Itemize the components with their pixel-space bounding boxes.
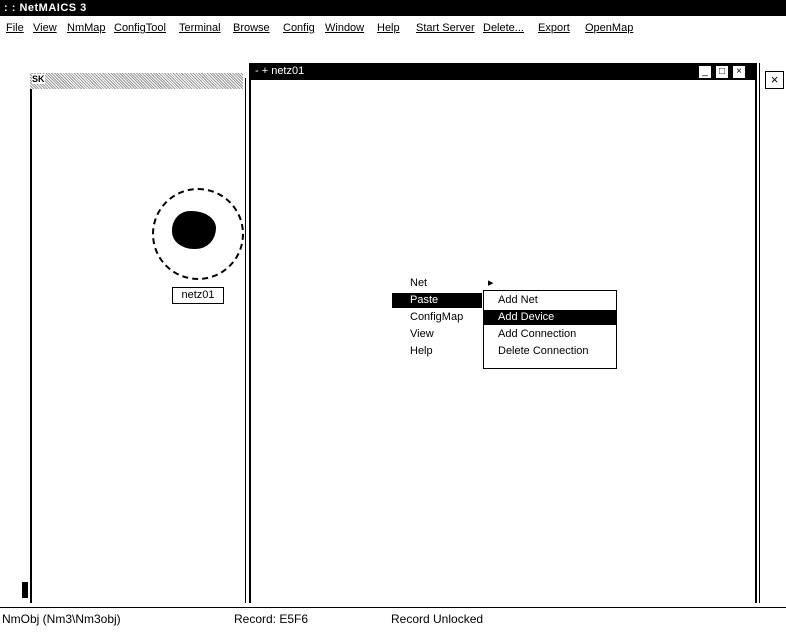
- maximize-icon[interactable]: □: [715, 65, 729, 79]
- menu-nmmap[interactable]: NmMap: [67, 22, 106, 34]
- submenu-item-label: Add Net: [498, 294, 538, 306]
- context-menu-item-configmap[interactable]: ConfigMap: [410, 310, 478, 325]
- right-window-edge: [759, 63, 786, 603]
- status-lock: Record Unlocked: [391, 612, 484, 626]
- app-title: : : NetMAICS 3: [4, 2, 87, 14]
- menu-help[interactable]: Help: [377, 22, 400, 34]
- submenu-item-label: Add Device: [498, 311, 555, 323]
- map-window-title: - + netz01: [255, 65, 305, 77]
- submenu-item-label: Delete Connection: [498, 345, 589, 357]
- overview-panel-header[interactable]: SK: [30, 73, 243, 89]
- context-menu-item-paste[interactable]: Paste: [392, 293, 482, 308]
- context-menu: Net ▸ Paste ConfigMap View Help: [392, 276, 494, 368]
- menu-window[interactable]: Window: [325, 22, 364, 34]
- menu-bar: File View NmMap ConfigTool Terminal Brow…: [0, 19, 786, 37]
- submenu-item-label: Add Connection: [498, 328, 577, 340]
- submenu-arrow-icon: ▸: [488, 277, 494, 289]
- menu-configtool[interactable]: ConfigTool: [114, 22, 166, 34]
- context-menu-item-help[interactable]: Help: [410, 344, 478, 359]
- panel-resize-handle[interactable]: [22, 582, 28, 598]
- map-window-title-bar[interactable]: - + netz01 _ □ ×: [249, 63, 755, 80]
- menu-terminal[interactable]: Terminal: [179, 22, 221, 34]
- status-record: Record: E5F6: [234, 612, 309, 626]
- network-node-label[interactable]: netz01: [172, 287, 224, 304]
- context-menu-item-label: View: [410, 328, 434, 340]
- overview-panel[interactable]: [30, 78, 246, 603]
- menu-export[interactable]: Export: [538, 22, 570, 34]
- submenu-item-add-net[interactable]: Add Net: [484, 293, 616, 308]
- menu-file[interactable]: File: [6, 22, 24, 34]
- context-menu-item-net[interactable]: Net: [410, 276, 478, 291]
- context-submenu: Add Net Add Device Add Connection Delete…: [483, 290, 617, 369]
- context-menu-item-view[interactable]: View: [410, 327, 478, 342]
- menu-openmap[interactable]: OpenMap: [585, 22, 633, 34]
- status-object: NmObj (Nm3\Nm3obj): [2, 612, 121, 626]
- submenu-item-add-connection[interactable]: Add Connection: [484, 327, 616, 342]
- context-menu-item-label: Help: [410, 345, 433, 357]
- app-title-bar: : : NetMAICS 3: [0, 0, 786, 16]
- overview-panel-header-label: SK: [32, 74, 45, 84]
- network-cloud-icon: [172, 211, 216, 249]
- context-menu-item-label: Net: [410, 277, 428, 289]
- menu-delete[interactable]: Delete...: [483, 22, 524, 34]
- context-menu-item-label: Paste: [410, 294, 439, 306]
- submenu-item-delete-connection[interactable]: Delete Connection: [484, 344, 616, 359]
- submenu-item-add-device[interactable]: Add Device: [484, 310, 616, 325]
- menu-view[interactable]: View: [33, 22, 57, 34]
- minimize-icon[interactable]: _: [698, 65, 712, 79]
- close-icon[interactable]: ×: [732, 65, 746, 79]
- context-menu-item-label: ConfigMap: [410, 311, 464, 323]
- right-close-icon[interactable]: ×: [765, 71, 784, 89]
- status-bar: NmObj (Nm3\Nm3obj) Record: E5F6 Record U…: [0, 607, 786, 628]
- menu-config[interactable]: Config: [283, 22, 315, 34]
- menu-browse[interactable]: Browse: [233, 22, 270, 34]
- menu-start-server[interactable]: Start Server: [416, 22, 475, 34]
